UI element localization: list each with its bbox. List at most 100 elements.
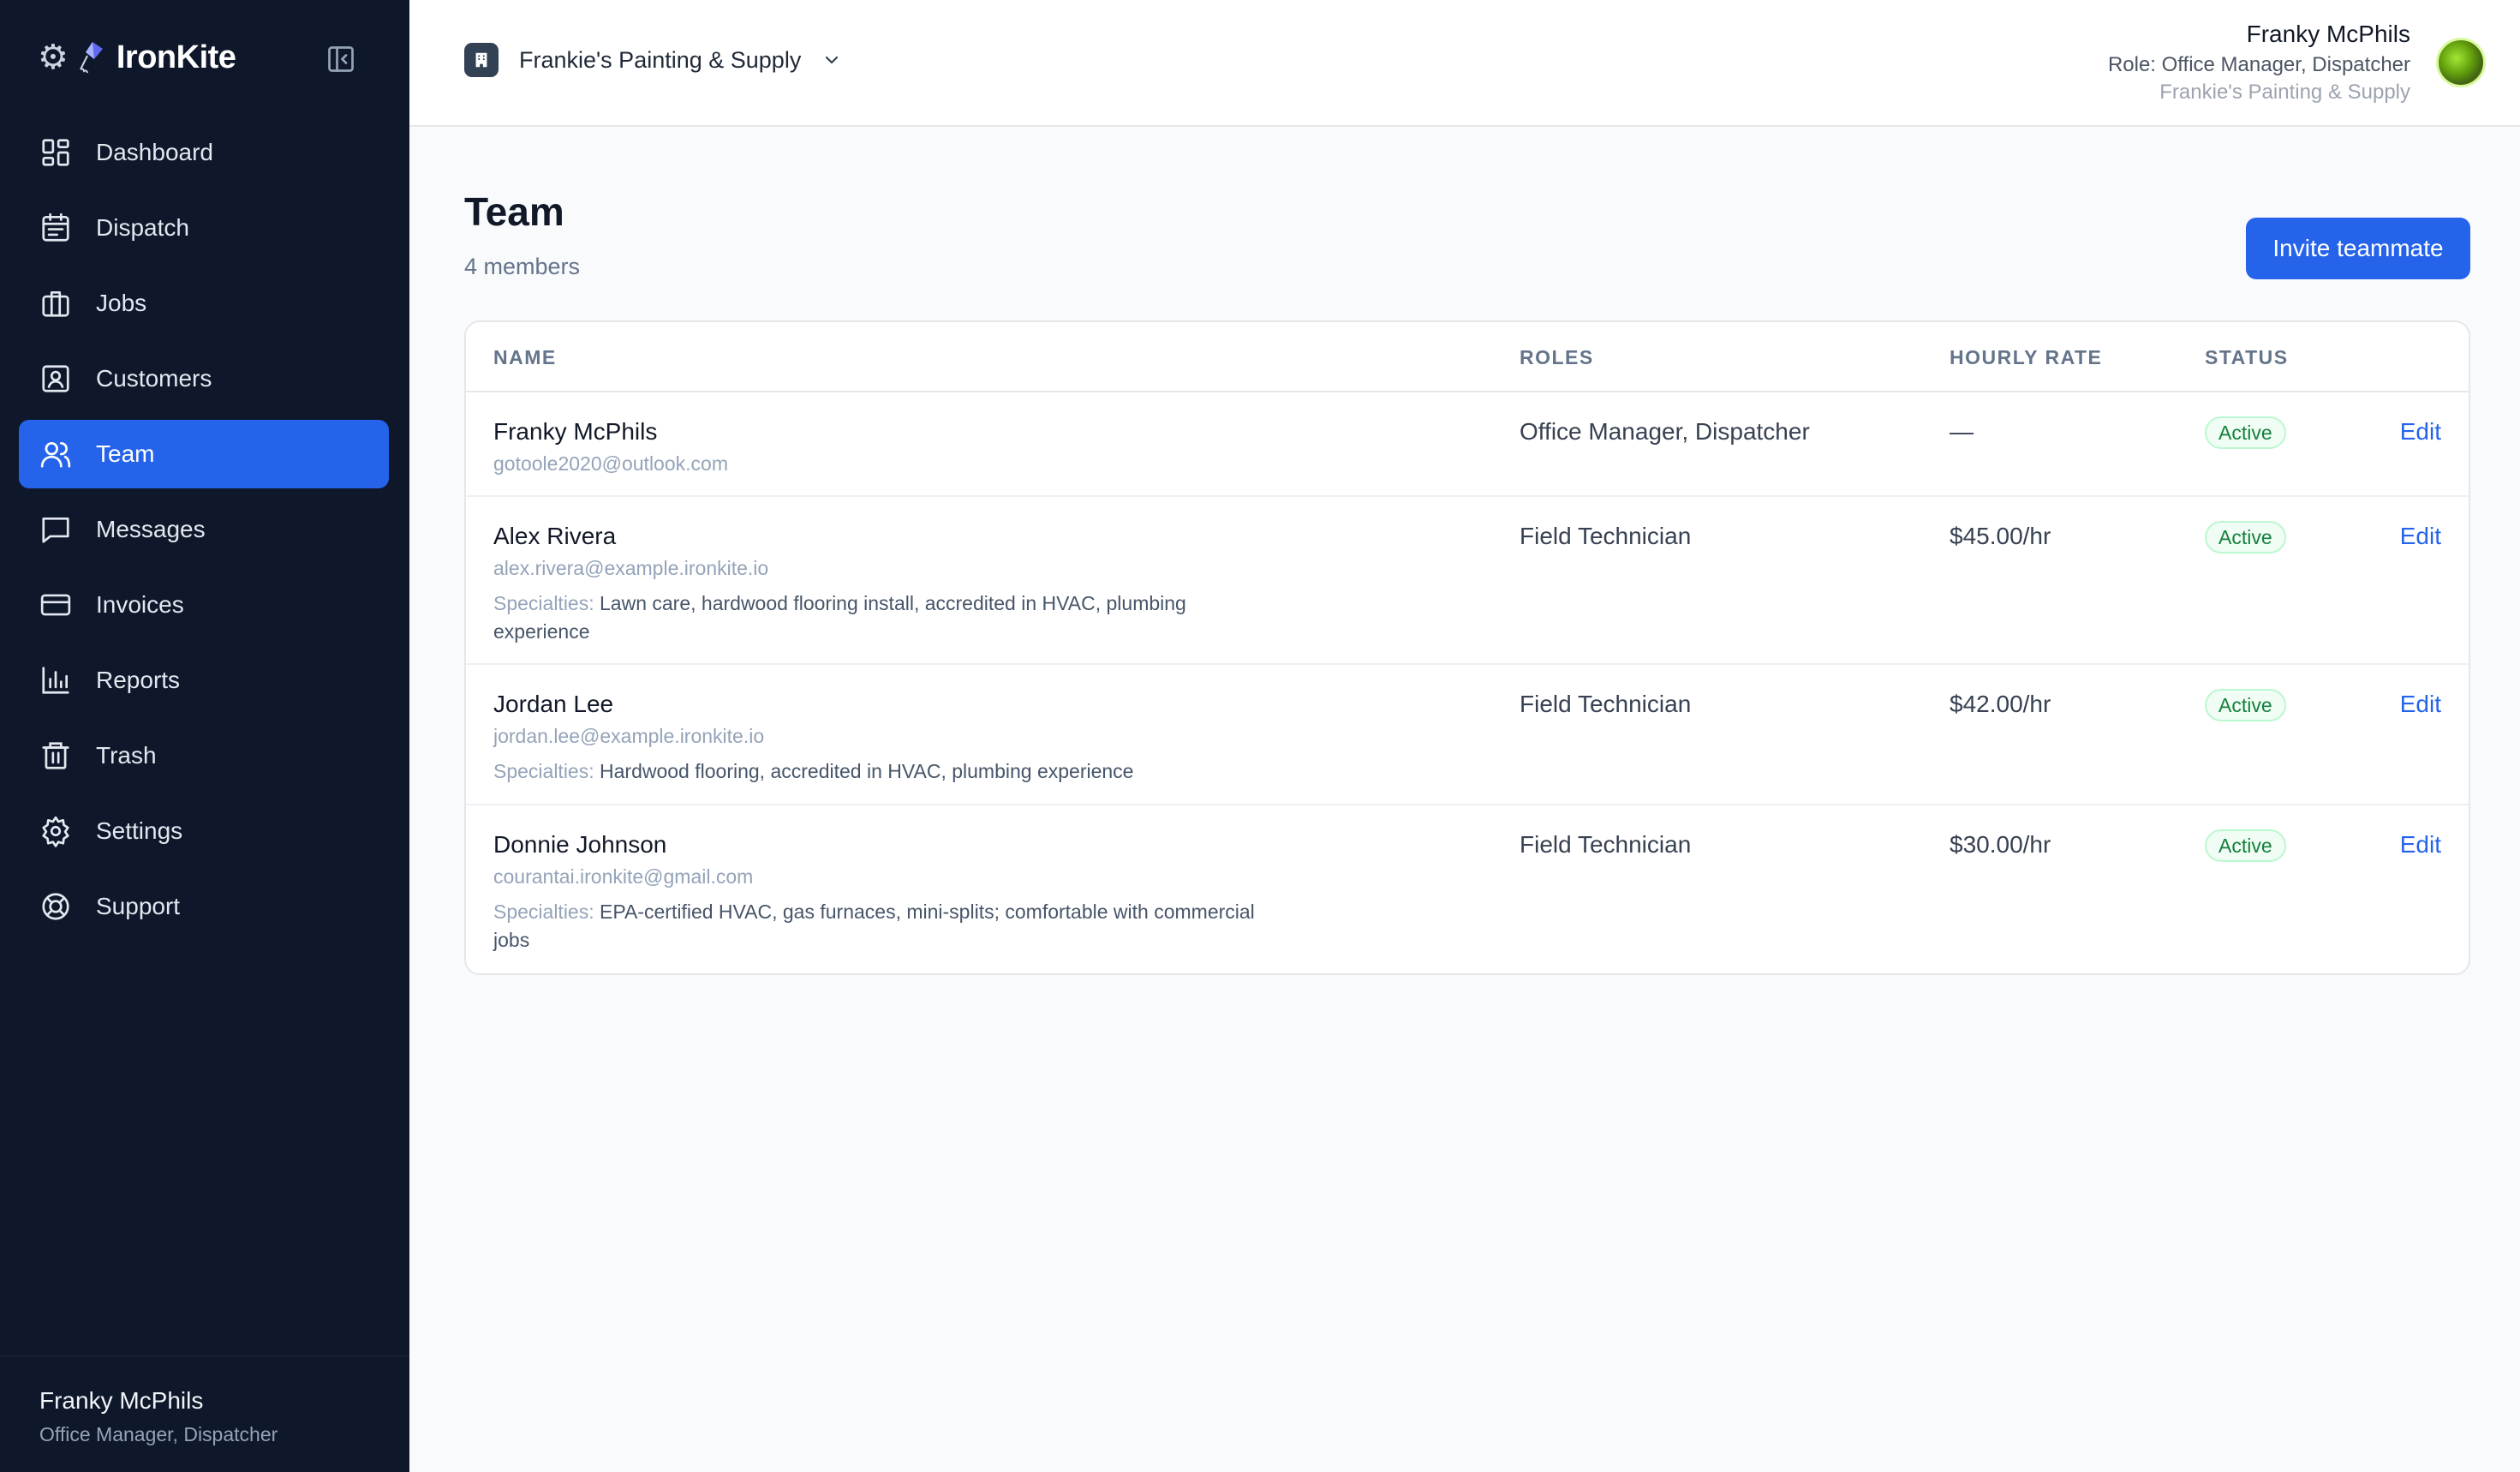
sidebar-user-name: Franky McPhils (39, 1387, 204, 1414)
header-hourly-rate: HOURLY RATE (1950, 346, 2103, 368)
member-name: Jordan Lee (493, 691, 614, 717)
header-roles: ROLES (1520, 346, 1594, 368)
brand-logo[interactable]: ⚙ IronKite (38, 34, 236, 81)
credit-card-icon (40, 594, 71, 616)
team-page: Team 4 members Invite teammate NAME ROLE… (464, 188, 2470, 975)
user-role: Role: Office Manager, Dispatcher (2107, 53, 2410, 76)
table-row: Franky McPhils gotoole2020@outlook.com O… (466, 392, 2469, 497)
member-name: Franky McPhils (493, 418, 658, 445)
sidebar-item-dispatch[interactable]: Dispatch (19, 194, 389, 262)
member-email: gotoole2020@outlook.com (493, 452, 728, 475)
sidebar-item-jobs[interactable]: Jobs (19, 269, 389, 338)
sidebar-item-invoices[interactable]: Invoices (19, 571, 389, 639)
edit-member-button[interactable]: Edit (2400, 521, 2441, 552)
sidebar-item-trash[interactable]: Trash (19, 721, 389, 790)
status-badge: Active (2205, 416, 2286, 449)
member-email: courantai.ironkite@gmail.com (493, 865, 754, 888)
sidebar-item-messages[interactable]: Messages (19, 495, 389, 564)
status-badge: Active (2205, 689, 2286, 721)
specialties-text: Hardwood flooring, accredited in HVAC, p… (600, 760, 1134, 782)
brand-name: IronKite (116, 39, 236, 75)
invite-teammate-button[interactable]: Invite teammate (2246, 218, 2470, 279)
main-area: Frankie's Painting & Supply Franky McPhi… (409, 0, 2520, 1472)
user-menu[interactable]: Franky McPhils Role: Office Manager, Dis… (2108, 19, 2410, 106)
member-roles: Office Manager, Dispatcher (1520, 418, 1810, 445)
org-switcher[interactable]: Frankie's Painting & Supply (464, 43, 842, 77)
trash-icon (42, 742, 69, 769)
specialties-label: Specialties: (493, 760, 594, 782)
user-org: Frankie's Painting & Supply (2159, 81, 2410, 104)
contact-icon (42, 365, 69, 392)
avatar[interactable] (2436, 38, 2486, 87)
edit-member-button[interactable]: Edit (2400, 416, 2441, 447)
sidebar: ⚙ IronKite Dashboard Dispatch Jobs Custo… (0, 0, 409, 1472)
member-specialties: Specialties: EPA-certified HVAC, gas fur… (493, 898, 1264, 954)
status-badge: Active (2205, 829, 2286, 862)
org-name: Frankie's Painting & Supply (519, 46, 802, 73)
building-icon (464, 43, 499, 77)
member-rate: $45.00/hr (1950, 523, 2051, 549)
sidebar-item-label: Settings (96, 817, 183, 844)
sidebar-item-settings[interactable]: Settings (19, 797, 389, 865)
member-roles: Field Technician (1520, 523, 1692, 549)
sidebar-item-label: Invoices (96, 591, 184, 618)
sidebar-item-label: Messages (96, 516, 206, 542)
table-row: Alex Rivera alex.rivera@example.ironkite… (466, 497, 2469, 665)
edit-member-button[interactable]: Edit (2400, 829, 2441, 860)
lifebuoy-icon (42, 893, 69, 920)
sidebar-item-label: Reports (96, 667, 181, 693)
collapse-sidebar-button[interactable] (324, 43, 358, 75)
member-cell: Donnie Johnson courantai.ironkite@gmail.… (493, 829, 1264, 954)
calendar-icon (42, 212, 69, 242)
sidebar-item-support[interactable]: Support (19, 872, 389, 941)
table-row: Donnie Johnson courantai.ironkite@gmail.… (466, 805, 2469, 973)
member-rate: $42.00/hr (1950, 691, 2051, 717)
member-cell: Jordan Lee jordan.lee@example.ironkite.i… (493, 689, 1264, 786)
member-name: Donnie Johnson (493, 831, 667, 858)
member-rate: — (1950, 418, 1974, 445)
member-rate: $30.00/hr (1950, 831, 2051, 858)
edit-member-button[interactable]: Edit (2400, 689, 2441, 720)
sidebar-item-dashboard[interactable]: Dashboard (19, 118, 389, 187)
sidebar-item-customers[interactable]: Customers (19, 344, 389, 413)
sidebar-item-label: Support (96, 893, 181, 919)
member-cell: Alex Rivera alex.rivera@example.ironkite… (493, 521, 1264, 646)
bar-chart-icon (42, 667, 69, 694)
sidebar-user-footer[interactable]: Franky McPhils Office Manager, Dispatche… (0, 1355, 409, 1472)
sidebar-item-label: Team (96, 440, 155, 467)
specialties-text: Lawn care, hardwood flooring install, ac… (493, 592, 1186, 643)
gear-logo-icon: ⚙ (38, 39, 69, 76)
sidebar-item-label: Customers (96, 365, 212, 392)
users-icon (40, 441, 71, 468)
member-count: 4 members (464, 254, 581, 279)
specialties-label: Specialties: (493, 592, 594, 614)
sidebar-nav: Dashboard Dispatch Jobs Customers Team M… (19, 118, 389, 948)
page-title: Team (464, 189, 564, 234)
team-table: NAME ROLES HOURLY RATE STATUS Franky McP… (464, 320, 2470, 975)
gear-icon (42, 816, 69, 847)
dashboard-icon (42, 139, 69, 166)
kite-logo-icon (79, 42, 103, 74)
chevron-down-icon (826, 56, 839, 64)
status-badge: Active (2205, 521, 2286, 553)
sidebar-collapse-icon (328, 46, 354, 72)
sidebar-item-label: Dispatch (96, 214, 189, 241)
member-roles: Field Technician (1520, 831, 1692, 858)
member-roles: Field Technician (1520, 691, 1692, 717)
header-name: NAME (493, 346, 557, 368)
member-email: jordan.lee@example.ironkite.io (493, 725, 765, 747)
user-name: Franky McPhils (2246, 21, 2410, 47)
sidebar-item-team[interactable]: Team (19, 420, 389, 488)
sidebar-user-role: Office Manager, Dispatcher (39, 1423, 278, 1445)
member-name: Alex Rivera (493, 523, 617, 549)
briefcase-icon (42, 290, 69, 317)
sidebar-item-label: Jobs (96, 290, 147, 316)
member-specialties: Specialties: Lawn care, hardwood floorin… (493, 589, 1264, 646)
member-specialties: Specialties: Hardwood flooring, accredit… (493, 757, 1264, 786)
sidebar-item-reports[interactable]: Reports (19, 646, 389, 715)
specialties-label: Specialties: (493, 901, 594, 923)
sidebar-item-label: Dashboard (96, 139, 213, 165)
header-status: STATUS (2205, 346, 2289, 368)
member-email: alex.rivera@example.ironkite.io (493, 557, 769, 579)
topbar: Frankie's Painting & Supply Franky McPhi… (409, 0, 2520, 127)
